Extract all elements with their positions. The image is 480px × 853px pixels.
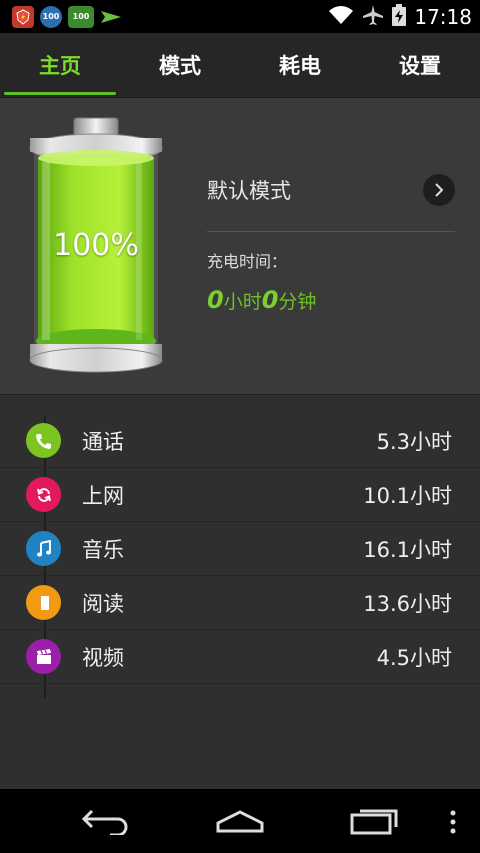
usage-row-web[interactable]: 上网 10.1小时 (0, 468, 480, 522)
usage-label: 上网 (82, 483, 124, 508)
airplane-icon (362, 4, 384, 30)
app-shield-icon (12, 5, 34, 28)
back-icon[interactable] (80, 807, 132, 839)
refresh-icon (26, 477, 61, 512)
mode-selector[interactable]: 默认模式 (207, 170, 455, 210)
usage-value: 13.6小时 (363, 591, 452, 616)
usage-row-reading[interactable]: 阅读 13.6小时 (0, 576, 480, 630)
usage-list: 通话 5.3小时 上网 10.1小时 音乐 16.1小时 阅读 13.6小时 视… (0, 414, 480, 684)
usage-value: 16.1小时 (363, 537, 452, 562)
tab-settings[interactable]: 设置 (360, 33, 480, 97)
battery-charging-icon (392, 3, 407, 30)
home-icon[interactable] (214, 809, 266, 839)
navigation-bar (0, 789, 480, 853)
charge-time-value: 0小时0分钟 (207, 286, 316, 314)
usage-label: 视频 (82, 645, 124, 670)
clock: 17:18 (414, 4, 472, 29)
chevron-right-icon[interactable] (423, 174, 455, 206)
tab-mode[interactable]: 模式 (120, 33, 240, 97)
wifi-icon (328, 5, 354, 29)
charge-minutes: 0 (261, 286, 279, 314)
usage-label: 音乐 (82, 537, 124, 562)
clapperboard-icon (26, 639, 61, 674)
usage-row-call[interactable]: 通话 5.3小时 (0, 414, 480, 468)
battery-graphic: 100% (26, 116, 166, 374)
tab-power-usage[interactable]: 耗电 (240, 33, 360, 97)
charge-minutes-unit: 分钟 (278, 291, 317, 313)
overflow-menu-icon[interactable] (448, 809, 458, 839)
divider (207, 231, 455, 232)
battery-percent: 100% (53, 228, 139, 263)
usage-row-video[interactable]: 视频 4.5小时 (0, 630, 480, 684)
charge-time-label: 充电时间： (207, 252, 288, 271)
tab-bar: 主页 模式 耗电 设置 (0, 33, 480, 98)
music-note-icon (26, 531, 61, 566)
battery-panel: 100% 默认模式 充电时间： 0小时0分钟 (0, 98, 480, 395)
charge-hours: 0 (207, 286, 224, 314)
recent-apps-icon[interactable] (350, 807, 400, 839)
usage-value: 4.5小时 (376, 645, 452, 670)
usage-row-music[interactable]: 音乐 16.1小时 (0, 522, 480, 576)
mode-label: 默认模式 (207, 179, 291, 203)
battery-100-icon: 100 (68, 5, 94, 28)
phone-icon (26, 423, 61, 458)
usage-value: 5.3小时 (376, 429, 452, 454)
notification-100-icon: 100 (40, 5, 62, 28)
usage-label: 通话 (82, 429, 124, 454)
status-bar: 100 100 17:18 (0, 0, 480, 33)
usage-value: 10.1小时 (363, 483, 452, 508)
usage-label: 阅读 (82, 591, 124, 616)
notification-icons: 100 100 (0, 5, 122, 28)
tab-home[interactable]: 主页 (0, 33, 120, 97)
send-icon (100, 6, 122, 28)
charge-hours-unit: 小时 (223, 291, 262, 313)
book-icon (26, 585, 61, 620)
